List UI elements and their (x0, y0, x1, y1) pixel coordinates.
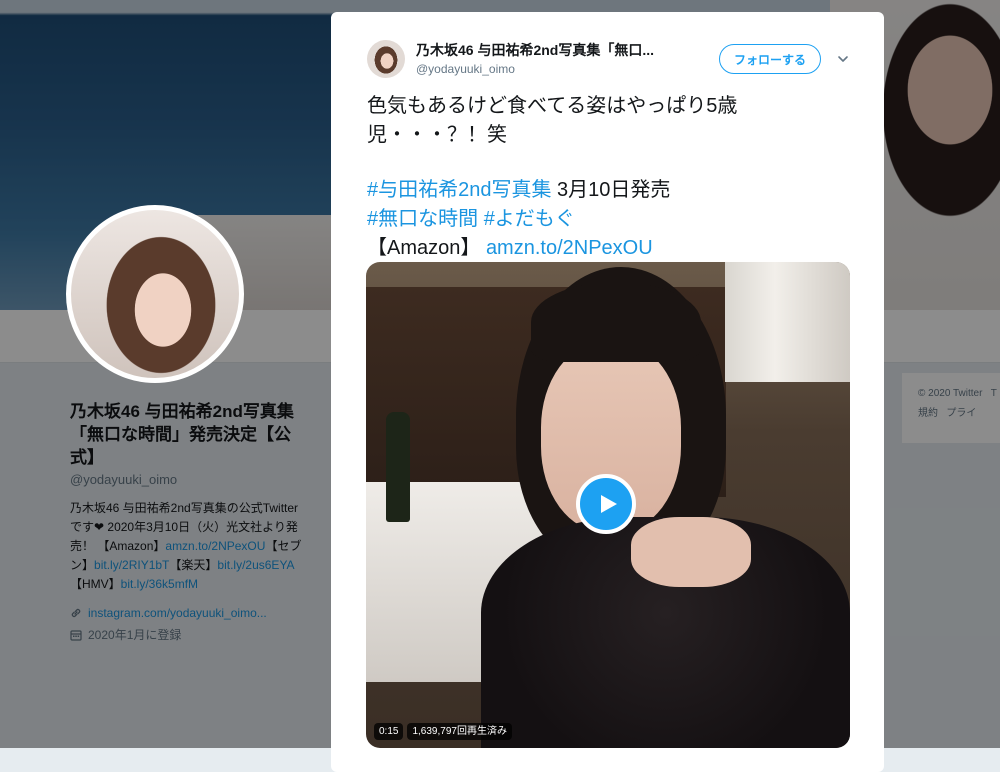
video-frame-hand (631, 517, 751, 587)
tweet-text: 色気もあるけど食べてる姿はやっぱり5歳児・・・？！笑 #与田祐希2nd写真集 3… (367, 92, 847, 263)
tweet-amazon-link[interactable]: amzn.to/2NPexOU (486, 237, 653, 259)
tweet-text-line: 色気もあるけど食べてる姿はやっぱり5歳児・・・？！笑 (367, 95, 738, 146)
hashtag-link[interactable]: #無口な時間 (367, 208, 478, 230)
tweet-amazon-label: 【Amazon】 (367, 237, 481, 259)
video-frame-bangs (531, 282, 701, 362)
profile-avatar[interactable] (66, 205, 244, 383)
caret-down-icon[interactable] (836, 52, 850, 66)
play-button[interactable] (576, 474, 636, 534)
tweet-author-name[interactable]: 乃木坂46 与田祐希2nd写真集「無口... (416, 40, 696, 60)
tweet-author-avatar[interactable] (367, 40, 405, 78)
video-badges: 0:15 1,639,797回再生済み (374, 723, 512, 740)
video-view-count: 1,639,797回再生済み (407, 723, 512, 740)
tweet-modal: 乃木坂46 与田祐希2nd写真集「無口... @yodayuuki_oimo フ… (331, 12, 884, 772)
play-icon (601, 495, 617, 513)
hashtag-link[interactable]: #与田祐希2nd写真集 (367, 179, 552, 201)
video-frame-bottle (386, 412, 410, 522)
tweet-release-date: 3月10日発売 (551, 179, 671, 201)
tweet-amazon-line: 【Amazon】 amzn.to/2NPexOU (367, 234, 847, 263)
tweet-video[interactable]: 0:15 1,639,797回再生済み (366, 262, 850, 748)
video-duration: 0:15 (374, 723, 404, 740)
hashtag-link[interactable]: #よだもぐ (484, 208, 575, 230)
tweet-author-handle[interactable]: @yodayuuki_oimo (416, 62, 515, 76)
video-frame-curtain (725, 262, 850, 382)
follow-button[interactable]: フォローする (719, 44, 821, 74)
tweet-release-line: #与田祐希2nd写真集 3月10日発売 (367, 176, 847, 205)
tweet-hashtags-line: #無口な時間 #よだもぐ (367, 205, 847, 234)
